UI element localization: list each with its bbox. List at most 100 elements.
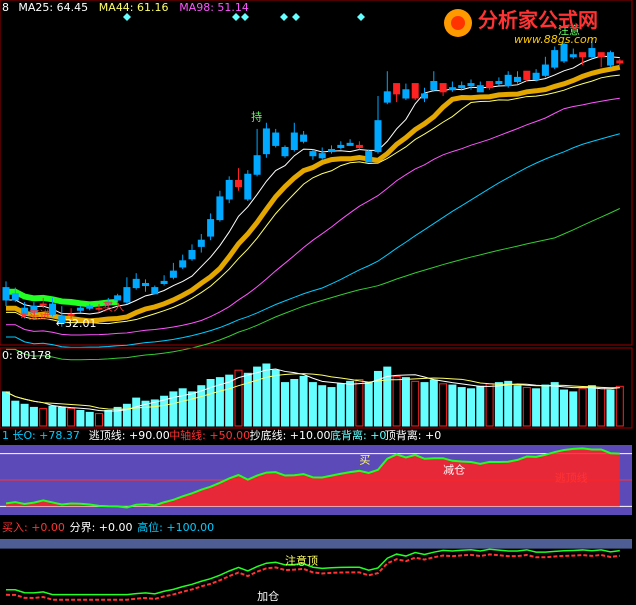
candle-body-30 — [281, 146, 289, 157]
candle-body-45 — [421, 93, 428, 99]
candle-body-59 — [551, 50, 559, 68]
volume-bar-59 — [550, 382, 559, 427]
volume-bar-58 — [541, 384, 550, 427]
candle-body-15 — [142, 282, 149, 287]
price-legend-item-0: 8 — [2, 1, 9, 14]
volume-bar-11 — [104, 410, 113, 427]
price-legend-item-2: MA44: 61.16 — [99, 1, 169, 14]
volume-bar-0 — [2, 391, 10, 427]
volume-bar-28 — [262, 363, 271, 427]
volume-bar-34 — [318, 385, 327, 427]
oscillator-legend-item-5: 顶背离: +0 — [385, 428, 441, 442]
position-legend-item-0: 买入: +0.00 — [2, 521, 65, 534]
candle-body-54 — [504, 74, 512, 87]
candle-body-50 — [467, 83, 475, 87]
position-high-zone — [0, 539, 632, 549]
candle-body-53 — [495, 81, 503, 85]
volume-bar-29 — [271, 369, 280, 427]
volume-bar-27 — [253, 366, 262, 427]
volume-bar-3 — [29, 406, 38, 427]
stock-chart: 8 MA25: 64.45 MA44: 61.16 MA98: 51.14 ★买进买入… — [0, 0, 636, 605]
candle-body-4 — [39, 303, 47, 306]
candle-body-39 — [365, 151, 373, 163]
candle-body-63 — [588, 48, 596, 58]
volume-bar-14 — [132, 397, 141, 427]
candle-body-49 — [458, 85, 466, 89]
candle-body-7 — [67, 313, 75, 316]
volume-bar-32 — [299, 375, 308, 427]
candle-body-33 — [309, 151, 317, 157]
position-label-0: 注意顶 — [285, 554, 318, 568]
candle-body-19 — [179, 260, 187, 268]
candle-body-58 — [541, 64, 549, 76]
volume-bar-5 — [48, 405, 57, 427]
volume-bar-8 — [76, 410, 85, 427]
volume-bar-36 — [336, 383, 345, 427]
volume-bar-48 — [448, 384, 457, 427]
volume-bar-2 — [20, 403, 29, 427]
candle-body-28 — [262, 128, 270, 155]
oscillator-label-0: 减仓 — [443, 462, 465, 476]
volume-bar-49 — [457, 387, 466, 427]
candle-body-60 — [560, 43, 568, 62]
candle-body-66 — [616, 60, 624, 64]
candle-body-35 — [328, 149, 335, 153]
candle-body-16 — [151, 287, 159, 295]
candle-body-55 — [514, 76, 521, 83]
volume-bar-20 — [188, 391, 196, 427]
candle-body-43 — [402, 89, 410, 99]
candle-body-37 — [346, 142, 354, 146]
volume-bar-19 — [178, 388, 187, 427]
candle-body-52 — [486, 81, 494, 89]
position-legend: 买入: +0.00 分界: +0.00 高位: +100.00 — [2, 520, 214, 534]
price-legend: 8 MA25: 64.45 MA44: 61.16 MA98: 51.14 — [2, 1, 249, 14]
price-annotation-2: ←32.01 — [56, 317, 97, 330]
oscillator-label-2: 逃顶线 — [555, 470, 588, 484]
candle-body-51 — [476, 85, 484, 93]
candle-body-38 — [355, 144, 363, 148]
oscillator-legend-item-1: 逃顶线: +90.00 — [89, 428, 170, 442]
candle-body-62 — [579, 52, 587, 58]
candle-body-22 — [207, 219, 215, 237]
candle-body-44 — [411, 83, 419, 99]
volume-bar-63 — [587, 385, 596, 427]
oscillator-legend-item-2: 中轴线: +50.00 — [169, 428, 250, 442]
candle-body-61 — [569, 54, 577, 58]
candle-body-27 — [253, 155, 261, 175]
oscillator-legend: 1 长O: +78.37 逃顶线: +90.00 中轴线: +50.00 抄底线: +… — [2, 428, 441, 442]
oscillator-legend-item-0: 1 长O: +78.37 — [2, 429, 80, 442]
candle-body-41 — [383, 91, 391, 103]
position-legend-item-2: 高位: +100.00 — [137, 520, 214, 534]
candle-body-26 — [244, 173, 252, 200]
volume-bar-26 — [243, 372, 252, 427]
candle-body-36 — [337, 144, 345, 148]
candle-body-24 — [225, 179, 233, 200]
volume-bar-39 — [364, 382, 373, 427]
candle-body-47 — [439, 83, 447, 93]
candle-body-14 — [132, 278, 140, 289]
volume-legend-item-0: 0: 80178 — [2, 349, 51, 362]
candle-body-46 — [430, 81, 438, 91]
volume-bar-43 — [401, 377, 410, 427]
logo-flower-center-icon — [451, 16, 465, 30]
volume-bar-16 — [150, 399, 159, 427]
candle-body-65 — [607, 52, 614, 66]
candle-body-1 — [11, 293, 19, 301]
candle-body-13 — [123, 287, 131, 303]
candle-body-23 — [216, 196, 224, 221]
candle-body-32 — [300, 134, 308, 142]
volume-bar-53 — [494, 382, 503, 427]
volume-bar-13 — [122, 403, 131, 427]
volume-bar-45 — [420, 382, 429, 427]
volume-bar-55 — [513, 385, 522, 427]
candle-body-20 — [188, 250, 196, 260]
candle-body-0 — [2, 287, 10, 301]
price-legend-item-1: MA25: 64.45 — [18, 1, 88, 14]
price-annotation-1: 买入 — [102, 300, 124, 313]
volume-legend: 0: 80178 — [2, 349, 51, 362]
candle-body-64 — [597, 52, 605, 58]
position-label-2: 加仓 — [257, 589, 279, 603]
candle-body-25 — [235, 179, 242, 188]
volume-bar-57 — [532, 388, 541, 427]
volume-bar-50 — [467, 388, 475, 427]
